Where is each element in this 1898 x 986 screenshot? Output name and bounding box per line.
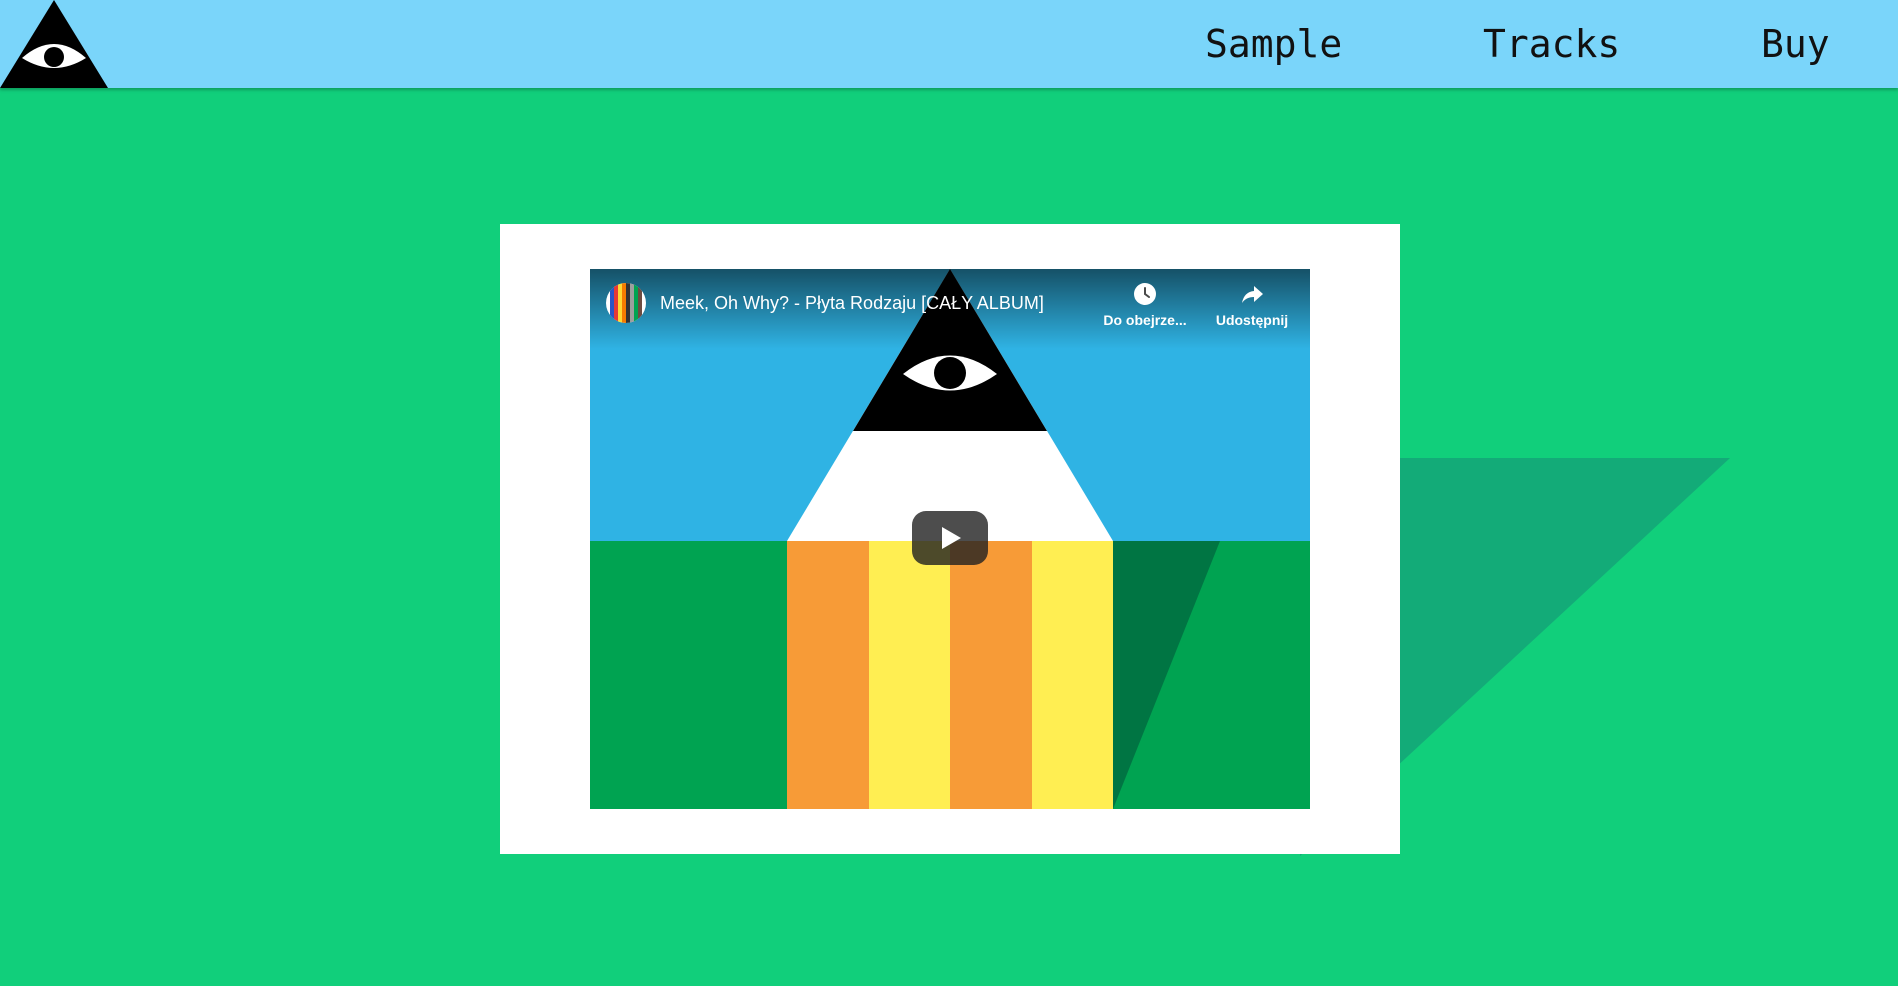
embedded-video-player[interactable]: Meek, Oh Why? - Płyta Rodzaju [CAŁY ALBU… bbox=[590, 269, 1310, 809]
watch-later-label: Do obejrze... bbox=[1103, 312, 1187, 328]
share-label: Udostępnij bbox=[1215, 312, 1289, 328]
clock-icon bbox=[1134, 283, 1156, 305]
video-title[interactable]: Meek, Oh Why? - Płyta Rodzaju [CAŁY ALBU… bbox=[660, 292, 1044, 314]
share-arrow-icon bbox=[1242, 286, 1263, 303]
play-icon[interactable] bbox=[912, 511, 988, 565]
eye-in-triangle-icon[interactable] bbox=[0, 0, 108, 88]
share-button[interactable]: Udostępnij bbox=[1202, 281, 1302, 329]
top-navigation-bar: Sample Tracks Buy bbox=[0, 0, 1898, 88]
nav-link-buy[interactable]: Buy bbox=[1761, 22, 1830, 66]
nav-link-tracks[interactable]: Tracks bbox=[1483, 22, 1620, 66]
nav-link-sample[interactable]: Sample bbox=[1205, 22, 1342, 66]
watch-later-button[interactable]: Do obejrze... bbox=[1095, 281, 1195, 329]
channel-avatar[interactable] bbox=[606, 283, 646, 323]
